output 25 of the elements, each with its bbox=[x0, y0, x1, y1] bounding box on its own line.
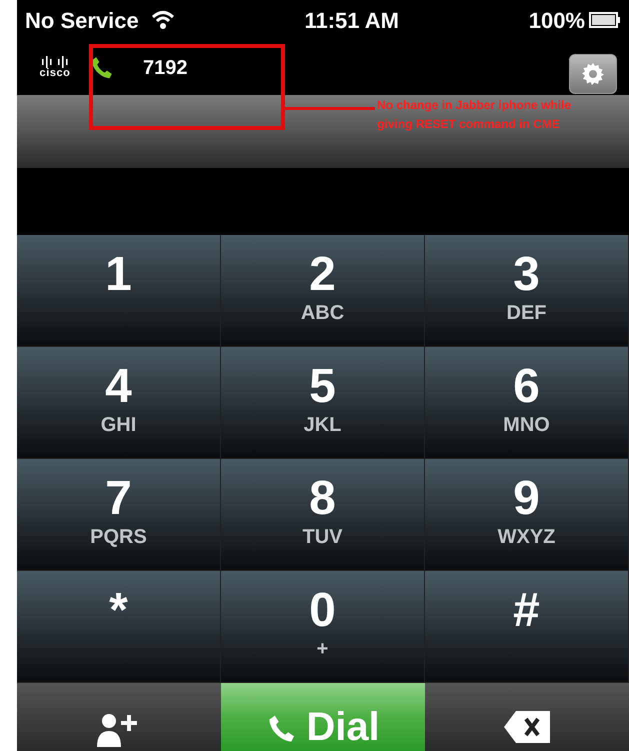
backspace-icon bbox=[504, 711, 550, 743]
line-number: 7192 bbox=[143, 56, 188, 80]
keypad-key[interactable]: 0 + bbox=[221, 571, 425, 683]
keypad-key[interactable]: 4 GHI bbox=[17, 347, 221, 459]
logo-text: cisco bbox=[40, 68, 70, 79]
carrier-label: No Service bbox=[25, 6, 139, 34]
keypad-key[interactable]: 9 WXYZ bbox=[425, 459, 629, 571]
keypad-key[interactable]: 1 bbox=[17, 235, 221, 347]
keypad-key[interactable]: 3 DEF bbox=[425, 235, 629, 347]
keypad-key[interactable]: # bbox=[425, 571, 629, 683]
settings-icon bbox=[581, 62, 605, 86]
wifi-icon bbox=[150, 10, 175, 30]
keypad-key[interactable]: 7 PQRS bbox=[17, 459, 221, 571]
keypad-key[interactable]: 6 MNO bbox=[425, 347, 629, 459]
battery-icon bbox=[589, 12, 621, 28]
add-contact-button[interactable] bbox=[17, 683, 221, 751]
time-label: 11:51 AM bbox=[304, 6, 400, 34]
keypad-key[interactable]: * bbox=[17, 571, 221, 683]
delete-button[interactable] bbox=[425, 683, 629, 751]
annotation-note: No change in Jabber iphone while giving RESET command in CME bbox=[377, 97, 572, 133]
keypad-key[interactable]: 8 TUV bbox=[221, 459, 425, 571]
keypad-key[interactable]: 2 ABC bbox=[221, 235, 425, 347]
battery-label: 100% bbox=[528, 6, 585, 34]
settings-button[interactable] bbox=[569, 54, 617, 94]
keypad-key[interactable]: 5 JKL bbox=[221, 347, 425, 459]
